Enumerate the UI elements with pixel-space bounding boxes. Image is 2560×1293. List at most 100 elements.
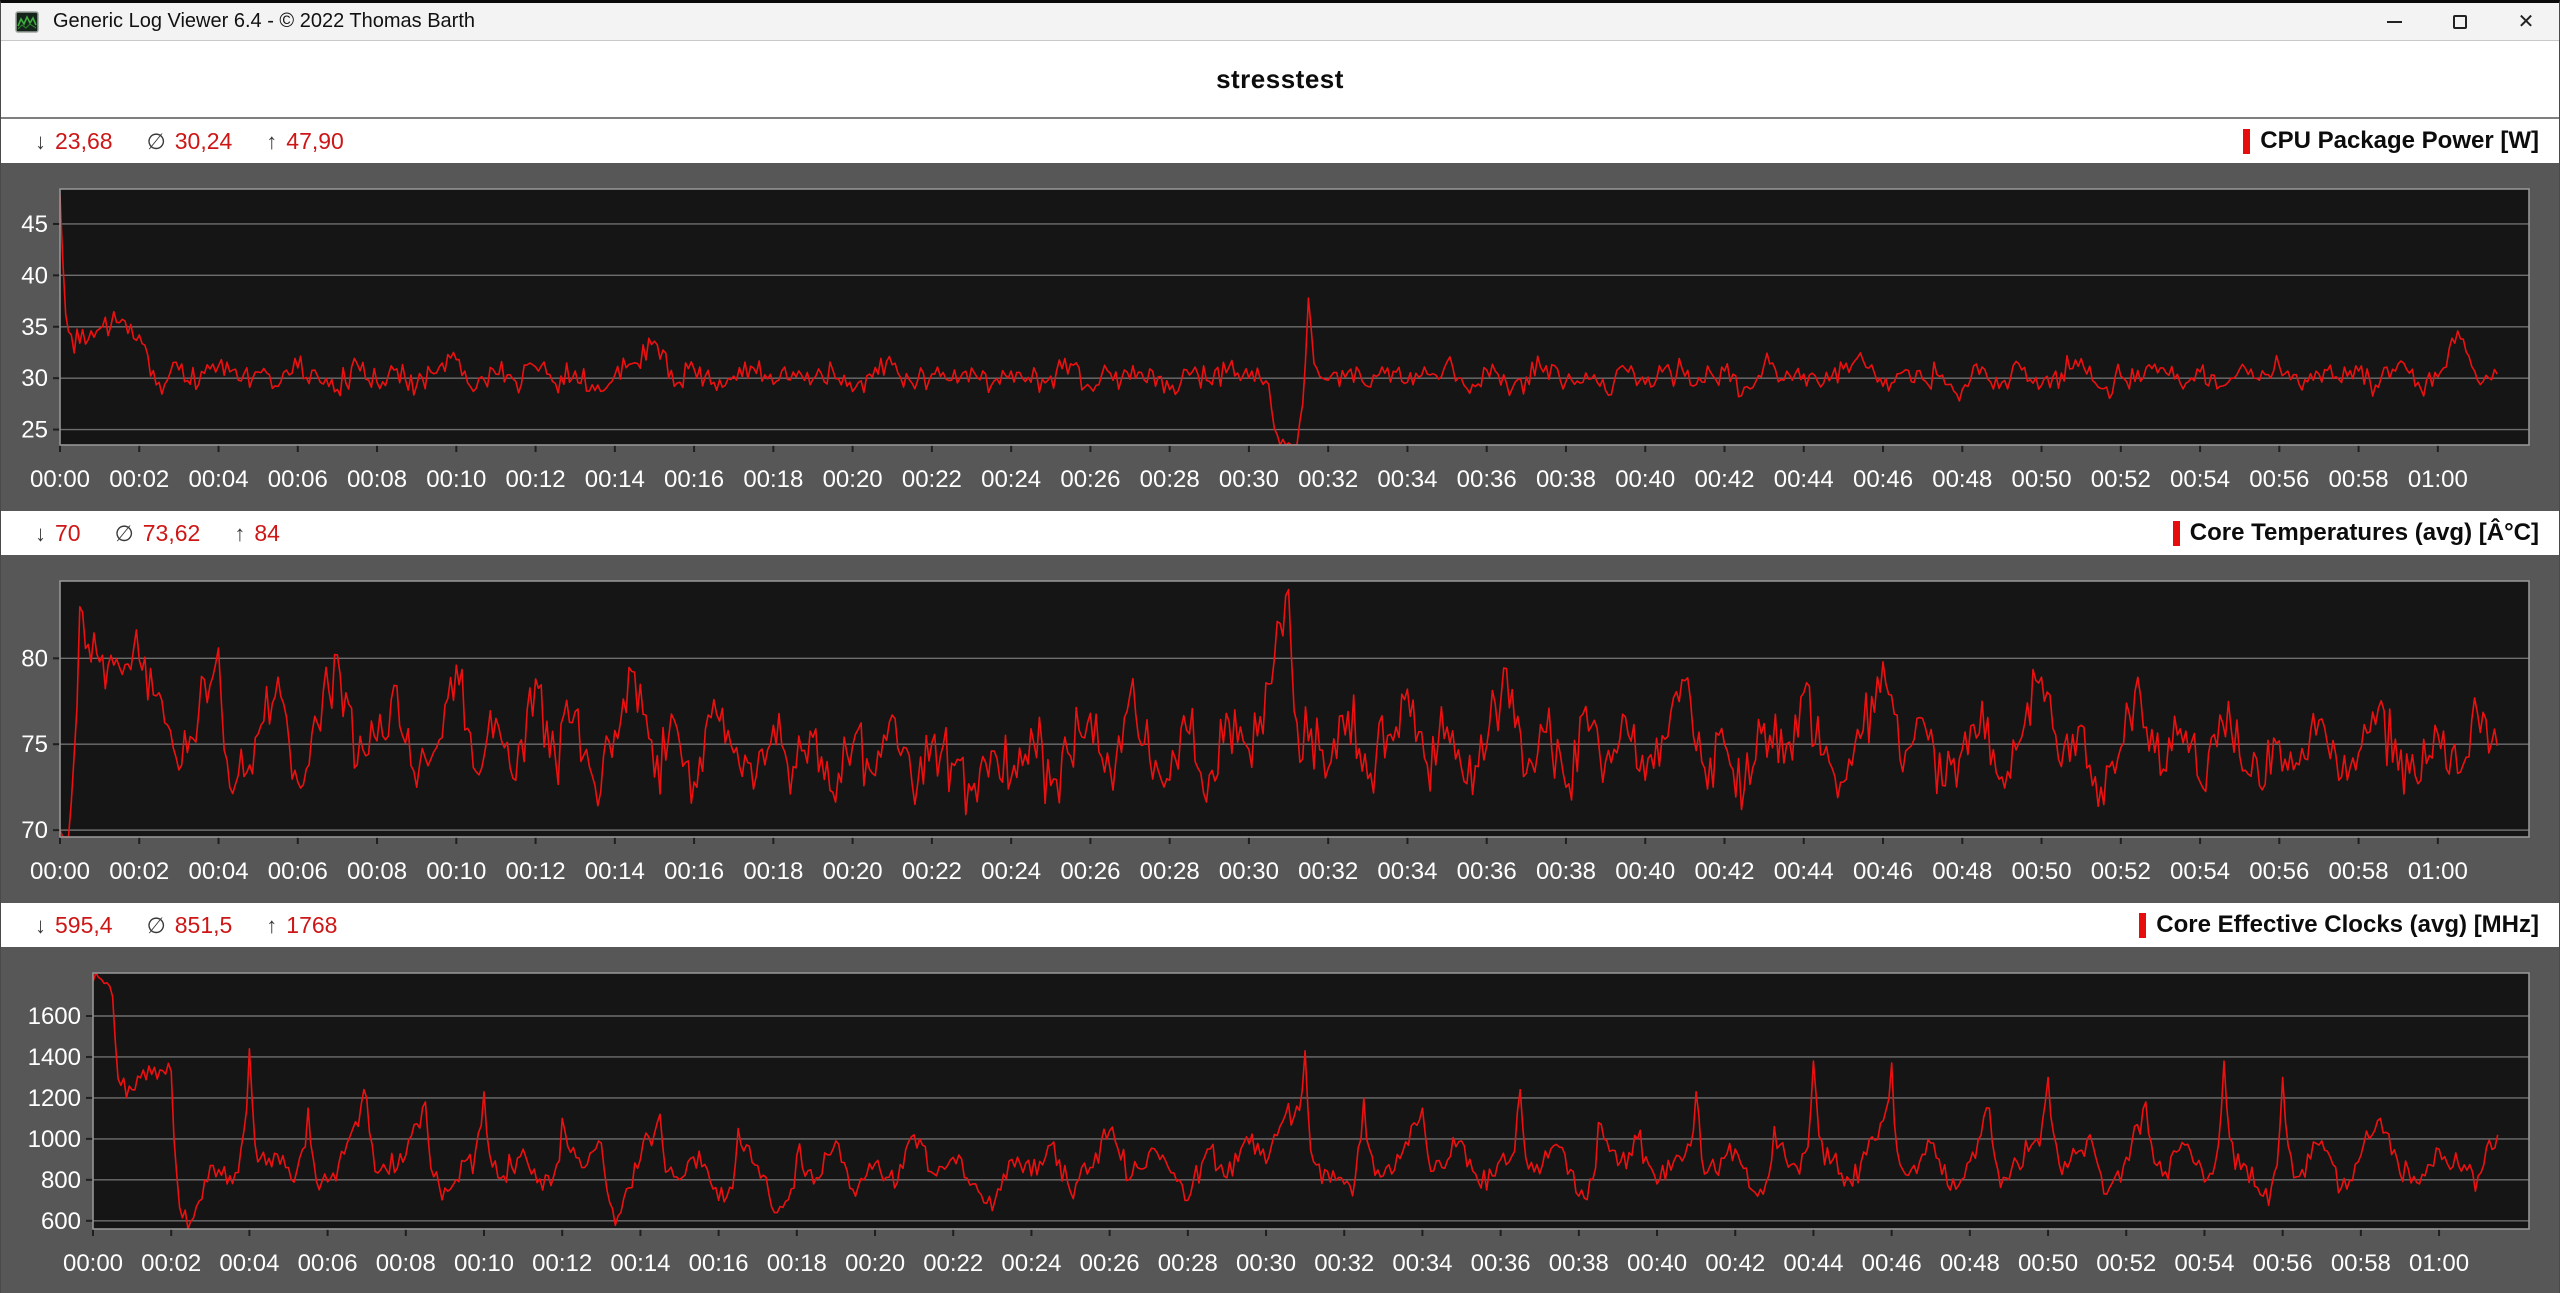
svg-text:00:06: 00:06 [298, 1250, 358, 1277]
svg-text:00:26: 00:26 [1060, 466, 1120, 493]
svg-text:45: 45 [21, 211, 48, 238]
min-arrow-icon: ↓ [35, 129, 46, 155]
svg-text:80: 80 [21, 645, 48, 672]
svg-text:00:28: 00:28 [1158, 1250, 1218, 1277]
svg-text:00:20: 00:20 [823, 858, 883, 885]
min-value: 23,68 [55, 128, 113, 155]
svg-text:00:28: 00:28 [1140, 858, 1200, 885]
stats-row: ↓ 70 ∅ 73,62 ↑ 84 Core Temperatures (avg… [1, 511, 2559, 555]
svg-text:00:24: 00:24 [981, 858, 1041, 885]
svg-text:00:36: 00:36 [1457, 466, 1517, 493]
svg-text:00:16: 00:16 [664, 466, 724, 493]
series-label-text: Core Effective Clocks (avg) [MHz] [2156, 911, 2539, 939]
svg-text:00:02: 00:02 [109, 858, 169, 885]
svg-text:00:40: 00:40 [1615, 466, 1675, 493]
avg-symbol-icon: ∅ [147, 129, 166, 155]
svg-text:00:10: 00:10 [454, 1250, 514, 1277]
svg-text:00:50: 00:50 [2012, 858, 2072, 885]
svg-text:00:48: 00:48 [1932, 466, 1992, 493]
stat-max: ↑ 1768 [266, 912, 337, 939]
chart-group-cpu-package-power: ↓ 23,68 ∅ 30,24 ↑ 47,90 CPU Package Powe… [1, 119, 2559, 511]
svg-text:600: 600 [41, 1208, 81, 1235]
avg-symbol-icon: ∅ [115, 521, 134, 547]
svg-text:00:44: 00:44 [1774, 466, 1834, 493]
svg-text:00:40: 00:40 [1627, 1250, 1687, 1277]
maximize-icon [2453, 15, 2467, 29]
svg-text:00:16: 00:16 [664, 858, 724, 885]
svg-text:00:58: 00:58 [2329, 858, 2389, 885]
maximize-button[interactable] [2427, 3, 2493, 41]
core-effective-clocks-chart[interactable]: 600800100012001400160000:0000:0200:0400:… [1, 947, 2559, 1293]
svg-text:00:00: 00:00 [30, 858, 90, 885]
minimize-button[interactable] [2361, 3, 2427, 41]
svg-text:00:38: 00:38 [1536, 466, 1596, 493]
svg-text:800: 800 [41, 1167, 81, 1194]
svg-text:00:56: 00:56 [2253, 1250, 2313, 1277]
svg-text:01:00: 01:00 [2408, 858, 2468, 885]
stat-avg: ∅ 30,24 [147, 128, 233, 155]
series-color-bar-icon [2243, 129, 2250, 154]
svg-text:00:26: 00:26 [1080, 1250, 1140, 1277]
stat-min: ↓ 23,68 [35, 128, 113, 155]
svg-text:00:34: 00:34 [1392, 1250, 1452, 1277]
series-label: Core Effective Clocks (avg) [MHz] [2139, 911, 2539, 939]
svg-text:00:56: 00:56 [2249, 858, 2309, 885]
svg-text:00:08: 00:08 [347, 858, 407, 885]
title-bar[interactable]: Generic Log Viewer 6.4 - © 2022 Thomas B… [1, 3, 2559, 41]
stat-max: ↑ 84 [234, 520, 280, 547]
window-title: Generic Log Viewer 6.4 - © 2022 Thomas B… [53, 10, 475, 33]
svg-text:00:42: 00:42 [1705, 1250, 1765, 1277]
svg-text:00:32: 00:32 [1298, 858, 1358, 885]
stats-row: ↓ 23,68 ∅ 30,24 ↑ 47,90 CPU Package Powe… [1, 119, 2559, 163]
svg-text:00:28: 00:28 [1140, 466, 1200, 493]
svg-text:00:46: 00:46 [1853, 858, 1913, 885]
stat-avg: ∅ 851,5 [147, 912, 233, 939]
svg-text:00:44: 00:44 [1783, 1250, 1843, 1277]
svg-text:1200: 1200 [28, 1085, 81, 1112]
svg-text:00:02: 00:02 [109, 466, 169, 493]
close-button[interactable]: ✕ [2493, 3, 2559, 41]
svg-text:00:48: 00:48 [1940, 1250, 2000, 1277]
avg-value: 851,5 [175, 912, 233, 939]
svg-text:01:00: 01:00 [2409, 1250, 2469, 1277]
min-value: 595,4 [55, 912, 113, 939]
svg-text:00:14: 00:14 [585, 858, 645, 885]
series-label-text: Core Temperatures (avg) [Â°C] [2190, 519, 2539, 547]
svg-text:00:24: 00:24 [981, 466, 1041, 493]
svg-text:00:40: 00:40 [1615, 858, 1675, 885]
cpu-package-power-chart[interactable]: 253035404500:0000:0200:0400:0600:0800:10… [1, 163, 2559, 511]
svg-text:00:58: 00:58 [2331, 1250, 2391, 1277]
svg-text:00:16: 00:16 [689, 1250, 749, 1277]
svg-text:00:04: 00:04 [219, 1250, 279, 1277]
svg-text:35: 35 [21, 314, 48, 341]
svg-text:00:42: 00:42 [1694, 858, 1754, 885]
app-window: Generic Log Viewer 6.4 - © 2022 Thomas B… [0, 0, 2560, 1293]
svg-text:00:30: 00:30 [1219, 858, 1279, 885]
core-temperatures-chart[interactable]: 70758000:0000:0200:0400:0600:0800:1000:1… [1, 555, 2559, 903]
svg-text:00:48: 00:48 [1932, 858, 1992, 885]
avg-value: 30,24 [175, 128, 233, 155]
svg-text:00:12: 00:12 [532, 1250, 592, 1277]
svg-text:00:44: 00:44 [1774, 858, 1834, 885]
svg-text:00:14: 00:14 [585, 466, 645, 493]
svg-text:00:00: 00:00 [30, 466, 90, 493]
svg-text:1600: 1600 [28, 1003, 81, 1030]
svg-text:00:52: 00:52 [2091, 466, 2151, 493]
chart-group-core-effective-clocks: ↓ 595,4 ∅ 851,5 ↑ 1768 Core Effective Cl… [1, 903, 2559, 1293]
svg-text:00:54: 00:54 [2170, 466, 2230, 493]
svg-text:00:22: 00:22 [902, 858, 962, 885]
svg-text:00:34: 00:34 [1377, 858, 1437, 885]
series-label: Core Temperatures (avg) [Â°C] [2173, 519, 2539, 547]
avg-symbol-icon: ∅ [147, 913, 166, 939]
svg-text:00:12: 00:12 [506, 466, 566, 493]
stat-min: ↓ 595,4 [35, 912, 113, 939]
svg-text:00:22: 00:22 [902, 466, 962, 493]
svg-text:00:54: 00:54 [2174, 1250, 2234, 1277]
svg-text:00:18: 00:18 [743, 466, 803, 493]
svg-text:00:42: 00:42 [1694, 466, 1754, 493]
svg-text:00:14: 00:14 [610, 1250, 670, 1277]
svg-text:00:34: 00:34 [1377, 466, 1437, 493]
stat-min: ↓ 70 [35, 520, 81, 547]
svg-text:00:32: 00:32 [1314, 1250, 1374, 1277]
svg-text:00:54: 00:54 [2170, 858, 2230, 885]
